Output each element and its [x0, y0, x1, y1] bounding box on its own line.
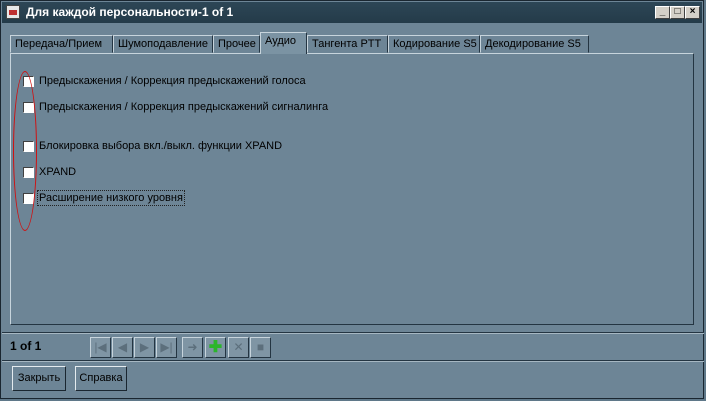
goto-icon[interactable]: ➜ — [182, 337, 203, 358]
prev-record-icon[interactable]: ◀ — [112, 337, 133, 358]
divider — [2, 360, 704, 362]
xpand-label: XPAND — [39, 166, 77, 178]
low-level-expansion-label: Расширение низкого уровня — [37, 190, 185, 206]
low-level-expansion-checkbox[interactable] — [23, 193, 34, 204]
signaling-preemphasis-checkbox[interactable] — [23, 102, 34, 113]
app-icon — [6, 5, 20, 19]
xpand-lock-checkbox[interactable] — [23, 141, 34, 152]
voice-preemphasis-label: Предыскажения / Коррекция предыскажений … — [39, 75, 306, 87]
minimize-button[interactable]: _ — [655, 6, 670, 19]
signaling-preemphasis-label: Предыскажения / Коррекция предыскажений … — [39, 101, 329, 113]
window-title: Для каждой персональности-1 of 1 — [26, 5, 234, 19]
tab-other[interactable]: Прочее — [213, 35, 260, 53]
next-record-icon[interactable]: ▶ — [134, 337, 155, 358]
audio-panel — [10, 53, 694, 325]
voice-preemphasis-checkbox[interactable] — [23, 76, 34, 87]
close-button[interactable]: Закрыть — [12, 366, 66, 391]
last-record-icon[interactable]: ▶| — [156, 337, 177, 358]
title-bar[interactable]: Для каждой персональности-1 of 1 _ □ × — [2, 2, 702, 23]
xpand-checkbox[interactable] — [23, 167, 34, 178]
divider — [2, 332, 704, 334]
tab-squelch[interactable]: Шумоподавление — [113, 35, 213, 53]
tab-s5-decoding[interactable]: Декодирование S5 — [480, 35, 589, 53]
xpand-lock-label: Блокировка выбора вкл./выкл. функции XPA… — [39, 140, 283, 152]
help-button[interactable]: Справка — [75, 366, 127, 391]
tab-audio[interactable]: Аудио — [260, 32, 307, 54]
delete-record-icon[interactable]: ✕ — [228, 337, 249, 358]
first-record-icon[interactable]: |◀ — [90, 337, 111, 358]
maximize-button[interactable]: □ — [670, 6, 685, 19]
add-record-icon[interactable]: ✚ — [205, 337, 226, 358]
tab-transmit-receive[interactable]: Передача/Прием — [10, 35, 113, 53]
stop-icon[interactable]: ■ — [250, 337, 271, 358]
close-window-button[interactable]: × — [685, 6, 700, 19]
dialog-window: Для каждой персональности-1 of 1 _ □ × П… — [0, 0, 704, 399]
record-counter: 1 of 1 — [10, 339, 42, 353]
tab-ptt[interactable]: Тангента PTT — [307, 35, 388, 53]
tab-s5-encoding[interactable]: Кодирование S5 — [388, 35, 480, 53]
